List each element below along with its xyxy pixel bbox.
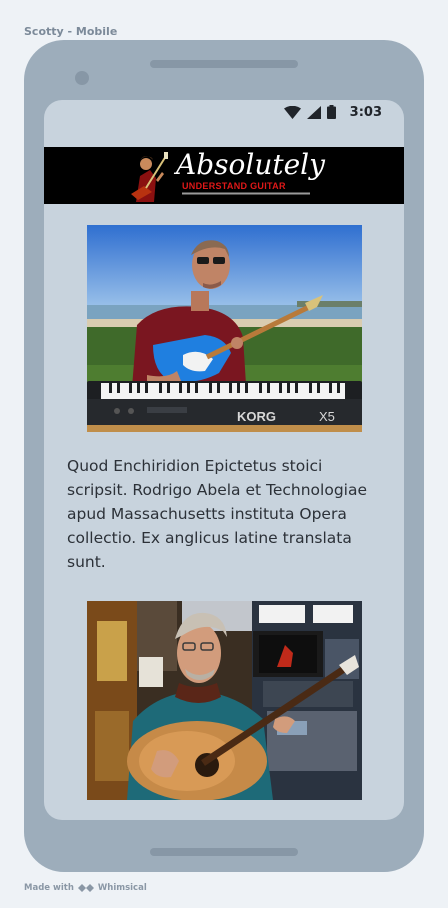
phone-frame: 3:03 Absolutely UNDERSTAND GUITAR KORG X… (24, 40, 424, 872)
status-time: 3:03 (349, 104, 382, 120)
battery-icon (326, 105, 336, 119)
whimsical-brand: Whimsical (97, 883, 147, 893)
home-indicator[interactable] (150, 848, 298, 856)
whimsical-logo-icon (77, 884, 94, 892)
wifi-icon (283, 105, 301, 119)
phone-screen[interactable]: 3:03 Absolutely UNDERSTAND GUITAR KORG X… (44, 100, 404, 820)
keyboard-brand-label: KORG (237, 409, 276, 424)
made-with-label: Made with (24, 883, 74, 893)
footer: Made with Whimsical (24, 883, 147, 893)
banner-subtitle: UNDERSTAND GUITAR (182, 181, 286, 191)
content-paragraph: Quod Enchiridion Epictetus stoici scrips… (67, 457, 367, 571)
phone-speaker (150, 60, 298, 68)
keyboard-model-label: X5 (319, 409, 335, 424)
banner-title: Absolutely (176, 148, 325, 181)
guitarist-logo (126, 150, 170, 202)
banner-tagline (182, 192, 310, 195)
signal-icon (306, 105, 321, 119)
header-banner[interactable]: Absolutely UNDERSTAND GUITAR (44, 147, 404, 204)
phone-camera (75, 71, 89, 85)
banner-text: Absolutely UNDERSTAND GUITAR (176, 149, 326, 196)
photo-acoustic-guitar (87, 601, 362, 800)
status-bar: 3:03 (44, 100, 404, 124)
photo-keyboard-guitar: KORG X5 (87, 225, 362, 432)
frame-title: Scotty - Mobile (24, 25, 118, 38)
